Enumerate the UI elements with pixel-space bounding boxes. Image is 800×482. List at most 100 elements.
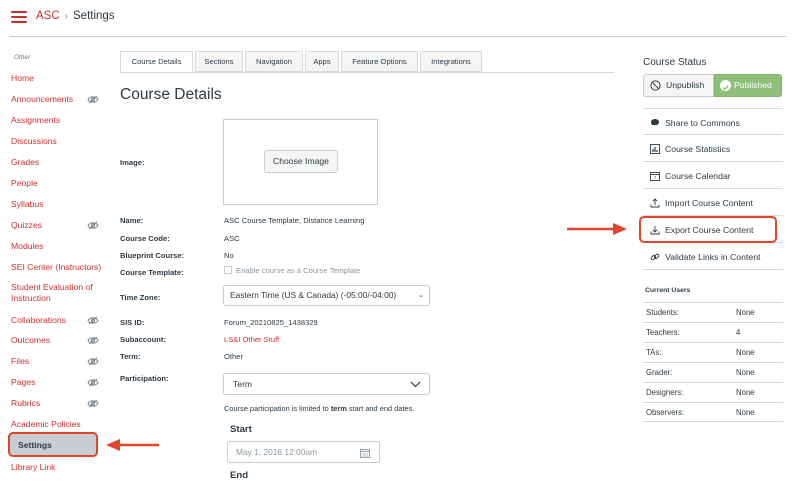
tab-integrations[interactable]: Integrations [420, 51, 482, 72]
tab-course-details[interactable]: Course Details [120, 51, 193, 72]
choose-image-button[interactable]: Choose Image [264, 150, 338, 173]
participation-note: Course participation is limited to term … [224, 404, 414, 413]
tab-feature-options[interactable]: Feature Options [341, 51, 418, 72]
unpublish-button[interactable]: Unpublish [643, 74, 714, 97]
participation-note-post: start and end dates. [346, 404, 415, 413]
user-count: None [736, 348, 755, 357]
nav-item-modules[interactable]: Modules [11, 241, 43, 252]
published-button[interactable]: Published [714, 74, 782, 97]
user-role: Teachers: [646, 328, 680, 337]
import-course-content-button[interactable]: Import Course Content [643, 189, 783, 216]
share-to-commons-label: Share to Commons [665, 117, 740, 128]
nav-item-assignments[interactable]: Assignments [11, 115, 60, 126]
nav-item-student-evaluation[interactable]: Student Evaluation of Instruction [11, 282, 93, 304]
header-divider [10, 36, 786, 37]
users-row-tas: TAs: None [643, 342, 783, 362]
tab-apps[interactable]: Apps [305, 51, 339, 72]
start-heading: Start [230, 424, 252, 435]
nav-item-library-link[interactable]: Library Link [11, 462, 55, 473]
blueprint-label: Blueprint Course: [120, 251, 185, 260]
course-template-checkbox[interactable] [224, 266, 232, 274]
hidden-eye-icon [87, 336, 99, 345]
validate-links-label: Validate Links in Content [665, 251, 761, 262]
nav-item-files[interactable]: Files [11, 356, 29, 367]
tab-navigation[interactable]: Navigation [245, 51, 303, 72]
commons-icon [651, 118, 660, 125]
validate-links-button[interactable]: Validate Links in Content [643, 243, 783, 270]
hidden-eye-icon [87, 357, 99, 366]
nav-item-sei-center[interactable]: SEI Center (Instructors) [11, 262, 101, 273]
chevron-down-icon [410, 381, 421, 388]
term-value: Other [224, 352, 243, 361]
user-role: Grader: [646, 368, 673, 377]
participation-note-pre: Course participation is limited to [224, 404, 331, 413]
annotation-arrow-right-icon [567, 223, 627, 235]
nav-item-announcements[interactable]: Announcements [11, 94, 73, 105]
nav-item-label: Student Evaluation of [11, 282, 93, 292]
users-row-grader: Grader: None [643, 362, 783, 382]
participation-select[interactable]: Term [223, 373, 430, 395]
user-role: Students: [646, 308, 679, 317]
nav-item-home[interactable]: Home [11, 73, 34, 84]
published-label: Published [734, 80, 772, 90]
timezone-select[interactable]: Eastern Time (US & Canada) (-05:00/-04:0… [223, 285, 430, 306]
hidden-eye-icon [87, 221, 99, 230]
image-label: Image: [120, 158, 145, 167]
user-count: None [736, 368, 755, 377]
blueprint-value: No [224, 251, 234, 260]
course-template-label: Course Template: [120, 268, 184, 277]
course-template-checkbox-label: Enable course as a Course Template [236, 266, 361, 275]
subaccount-link[interactable]: LS&I Other Stuff [224, 335, 279, 344]
share-to-commons-button[interactable]: Share to Commons [643, 108, 783, 135]
course-calendar-button[interactable]: 7 Course Calendar [643, 162, 783, 189]
user-role: Designers: [646, 388, 684, 397]
hidden-eye-icon [87, 378, 99, 387]
nav-item-grades[interactable]: Grades [11, 157, 39, 168]
nav-item-pages[interactable]: Pages [11, 377, 35, 388]
course-template-option: Enable course as a Course Template [224, 266, 360, 275]
user-count: 4 [736, 328, 741, 337]
nav-item-rubrics[interactable]: Rubrics [11, 398, 40, 409]
calendar-icon: 7 [650, 172, 660, 181]
nav-item-syllabus[interactable]: Syllabus [11, 199, 43, 210]
course-code-label: Course Code: [120, 234, 170, 243]
timezone-label: Time Zone: [120, 293, 161, 302]
link-icon [650, 253, 660, 261]
participation-label: Participation: [120, 374, 169, 383]
users-row-teachers: Teachers: 4 [643, 322, 783, 342]
user-count: None [736, 388, 755, 397]
page-title: Course Details [120, 86, 222, 103]
nav-item-settings[interactable]: Settings [8, 432, 98, 457]
start-date-input[interactable]: May 1, 2016 12:00am [227, 441, 380, 463]
import-course-content-label: Import Course Content [665, 197, 753, 208]
top-header: ASC › Settings [0, 0, 800, 34]
nav-item-people[interactable]: People [11, 178, 38, 189]
statistics-icon [650, 144, 660, 154]
course-statistics-button[interactable]: Course Statistics [643, 135, 783, 162]
annotation-highlight-box [639, 216, 777, 243]
sis-id-value: Forum_20210825_1438329 [224, 318, 318, 327]
chevron-down-icon: ⌄ [418, 292, 424, 299]
user-role: TAs: [646, 348, 662, 357]
nav-item-academic-policies[interactable]: Academic Policies [11, 419, 81, 430]
unpublish-label: Unpublish [666, 80, 705, 90]
nav-item-outcomes[interactable]: Outcomes [11, 335, 50, 346]
sis-id-label: SIS ID: [120, 318, 145, 327]
course-code-value: ASC [224, 234, 240, 243]
nav-item-settings-label: Settings [18, 439, 52, 450]
nav-item-label-line2: Instruction [11, 293, 51, 303]
nav-item-discussions[interactable]: Discussions [11, 136, 57, 147]
hidden-eye-icon [87, 316, 99, 325]
calendar-icon[interactable] [360, 448, 370, 458]
end-heading: End [230, 470, 249, 481]
name-label: Name: [120, 216, 144, 225]
nav-item-collaborations[interactable]: Collaborations [11, 315, 66, 326]
nav-item-quizzes[interactable]: Quizzes [11, 220, 42, 231]
annotation-arrow-left-icon [106, 439, 159, 451]
users-row-students: Students: None [643, 302, 783, 322]
participation-note-bold: term [330, 404, 347, 413]
tabs-divider [120, 72, 614, 73]
tab-sections[interactable]: Sections [195, 51, 243, 72]
user-count: None [736, 308, 755, 317]
course-statistics-label: Course Statistics [665, 143, 731, 154]
